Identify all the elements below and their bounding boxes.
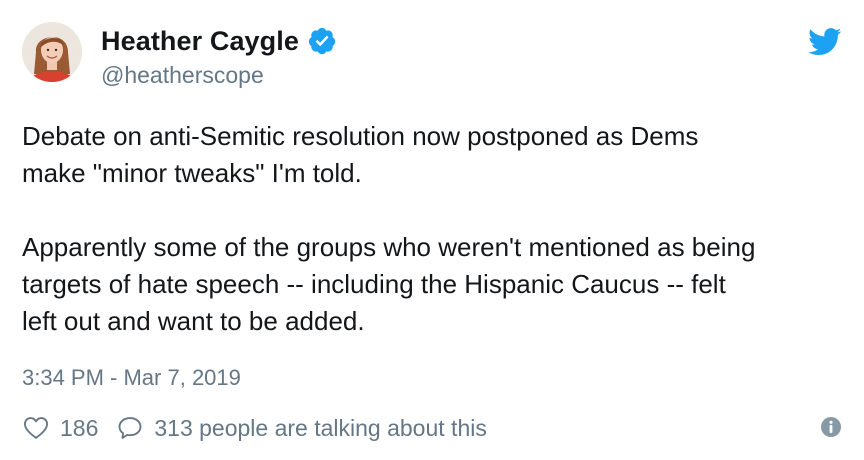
conversation-count-text: 313 people are talking about this (154, 414, 487, 441)
avatar[interactable] (22, 22, 82, 82)
display-name[interactable]: Heather Caygle (101, 26, 299, 57)
tweet-paragraph: Apparently some of the groups who weren'… (22, 232, 756, 336)
tweet-text: Debate on anti-Semitic resolution now po… (22, 118, 852, 340)
user-handle[interactable]: @heatherscope (101, 62, 264, 89)
tweet-paragraph: Debate on anti-Semitic resolution now po… (22, 121, 699, 188)
like-count: 186 (60, 414, 99, 441)
heart-icon (22, 414, 50, 442)
embedded-tweet: Heather Caygle @heatherscope Debate on a… (0, 0, 864, 460)
verified-badge-icon (307, 26, 337, 56)
conversation-button[interactable]: 313 people are talking about this (116, 414, 487, 442)
author-row: Heather Caygle (101, 24, 337, 58)
twitter-bird-icon[interactable] (808, 28, 842, 56)
tweet-timestamp[interactable]: 3:34 PM - Mar 7, 2019 (22, 365, 241, 391)
info-icon[interactable] (820, 416, 842, 438)
avatar-image (22, 22, 82, 82)
tweet-actions: 186 313 people are talking about this (22, 412, 487, 444)
speech-bubble-icon (116, 414, 144, 442)
like-button[interactable]: 186 (22, 414, 98, 442)
